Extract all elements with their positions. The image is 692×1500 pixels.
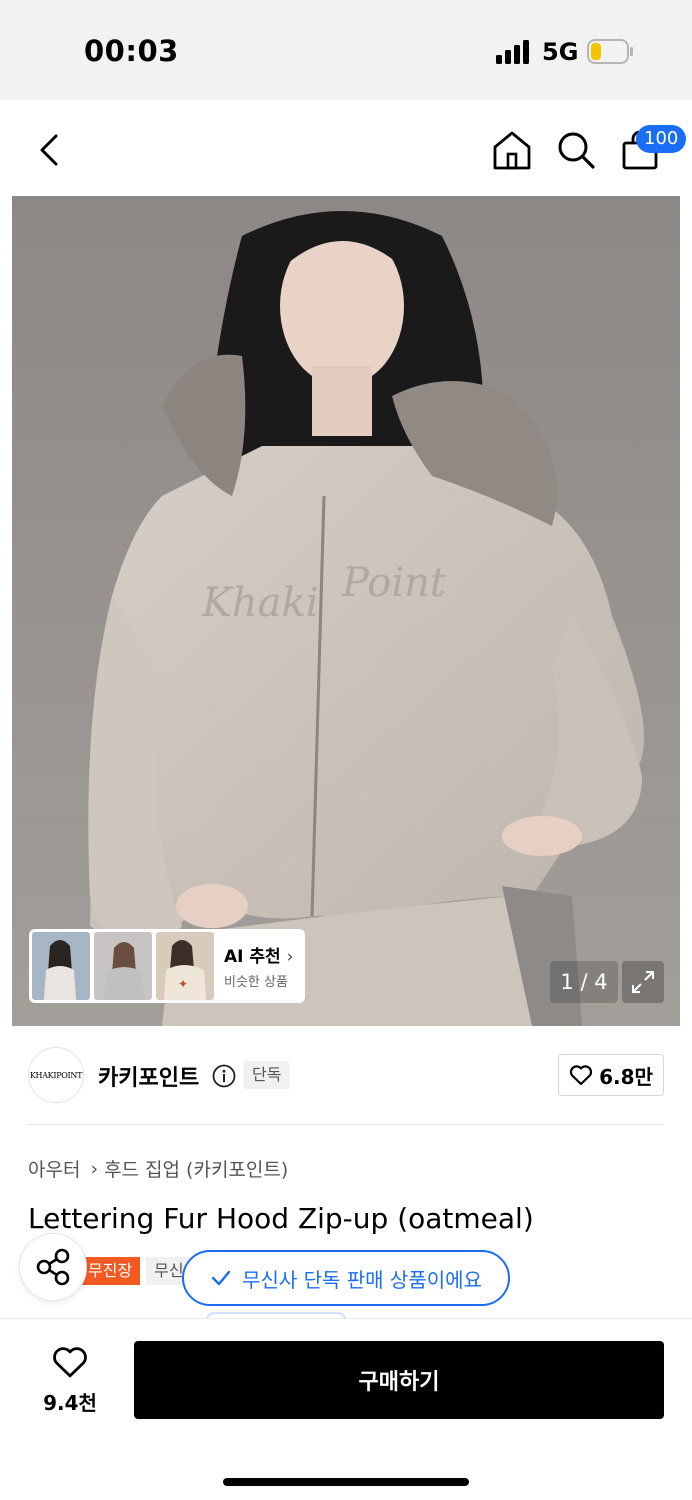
share-icon — [36, 1248, 70, 1286]
signal-icon — [496, 40, 529, 64]
breadcrumb-subcategory[interactable]: 후드 집업 (카키포인트) — [104, 1155, 288, 1182]
heart-icon — [569, 1065, 593, 1086]
toast-text: 무신사 단독 판매 상품이에요 — [242, 1267, 482, 1292]
home-icon[interactable] — [490, 128, 534, 172]
bottom-action-bar: 9.4천 구매하기 — [0, 1318, 692, 1500]
back-icon[interactable] — [30, 128, 70, 172]
exclusive-tag: 단독 — [244, 1061, 290, 1089]
svg-text:Khaki: Khaki — [201, 580, 319, 626]
divider — [28, 1124, 664, 1125]
ai-recommend-subtitle: 비슷한 상품 — [224, 975, 288, 990]
chevron-right-icon: › — [90, 1157, 99, 1180]
ai-recommend-text[interactable]: AI 추천 › 비슷한 상품 — [224, 942, 293, 990]
brand-like-button[interactable]: 6.8만 — [558, 1054, 664, 1096]
brand-name[interactable]: 카키포인트 — [98, 1060, 199, 1092]
brand-logo[interactable]: KHAKIPOINT — [28, 1047, 84, 1103]
status-bar: 00:03 5G — [0, 0, 692, 100]
ai-recommend-title: AI 추천 — [224, 947, 281, 967]
wishlist-button[interactable]: 9.4천 — [30, 1345, 110, 1415]
info-icon[interactable] — [212, 1064, 236, 1088]
wishlist-count: 9.4천 — [43, 1391, 97, 1415]
home-indicator — [223, 1478, 469, 1486]
battery-icon — [587, 39, 633, 64]
product-image-gallery[interactable]: Khaki Point ✦ AI 추천 › 비슷한 상품 1 / 4 — [12, 196, 680, 1026]
product-photo: Khaki Point — [12, 196, 680, 1026]
recommend-thumbnail[interactable] — [94, 932, 152, 1000]
image-page-indicator: 1 / 4 — [550, 961, 618, 1003]
expand-icon[interactable] — [622, 961, 664, 1003]
product-title: Lettering Fur Hood Zip-up (oatmeal) — [28, 1202, 534, 1235]
share-button[interactable] — [19, 1233, 87, 1301]
check-icon — [211, 1270, 231, 1286]
heart-icon — [53, 1347, 87, 1378]
recommend-thumbnail[interactable]: ✦ — [156, 932, 214, 1000]
svg-text:✦: ✦ — [178, 977, 188, 991]
breadcrumb: 아우터 › 후드 집업 (카키포인트) — [28, 1155, 288, 1182]
cart-count-badge: 100 — [636, 125, 687, 153]
recommend-thumbnail[interactable] — [32, 932, 90, 1000]
brand-like-count: 6.8만 — [599, 1064, 653, 1089]
network-label: 5G — [542, 38, 579, 66]
top-nav: 100 — [0, 100, 692, 196]
exclusive-toast: 무신사 단독 판매 상품이에요 — [182, 1250, 510, 1306]
status-time: 00:03 — [84, 34, 179, 68]
search-icon[interactable] — [554, 128, 598, 172]
buy-button[interactable]: 구매하기 — [134, 1341, 664, 1419]
chevron-right-icon: › — [286, 947, 294, 967]
ai-recommend-card[interactable]: ✦ AI 추천 › 비슷한 상품 — [29, 929, 305, 1003]
breadcrumb-category[interactable]: 아우터 — [28, 1155, 80, 1182]
svg-text:Point: Point — [341, 560, 447, 606]
